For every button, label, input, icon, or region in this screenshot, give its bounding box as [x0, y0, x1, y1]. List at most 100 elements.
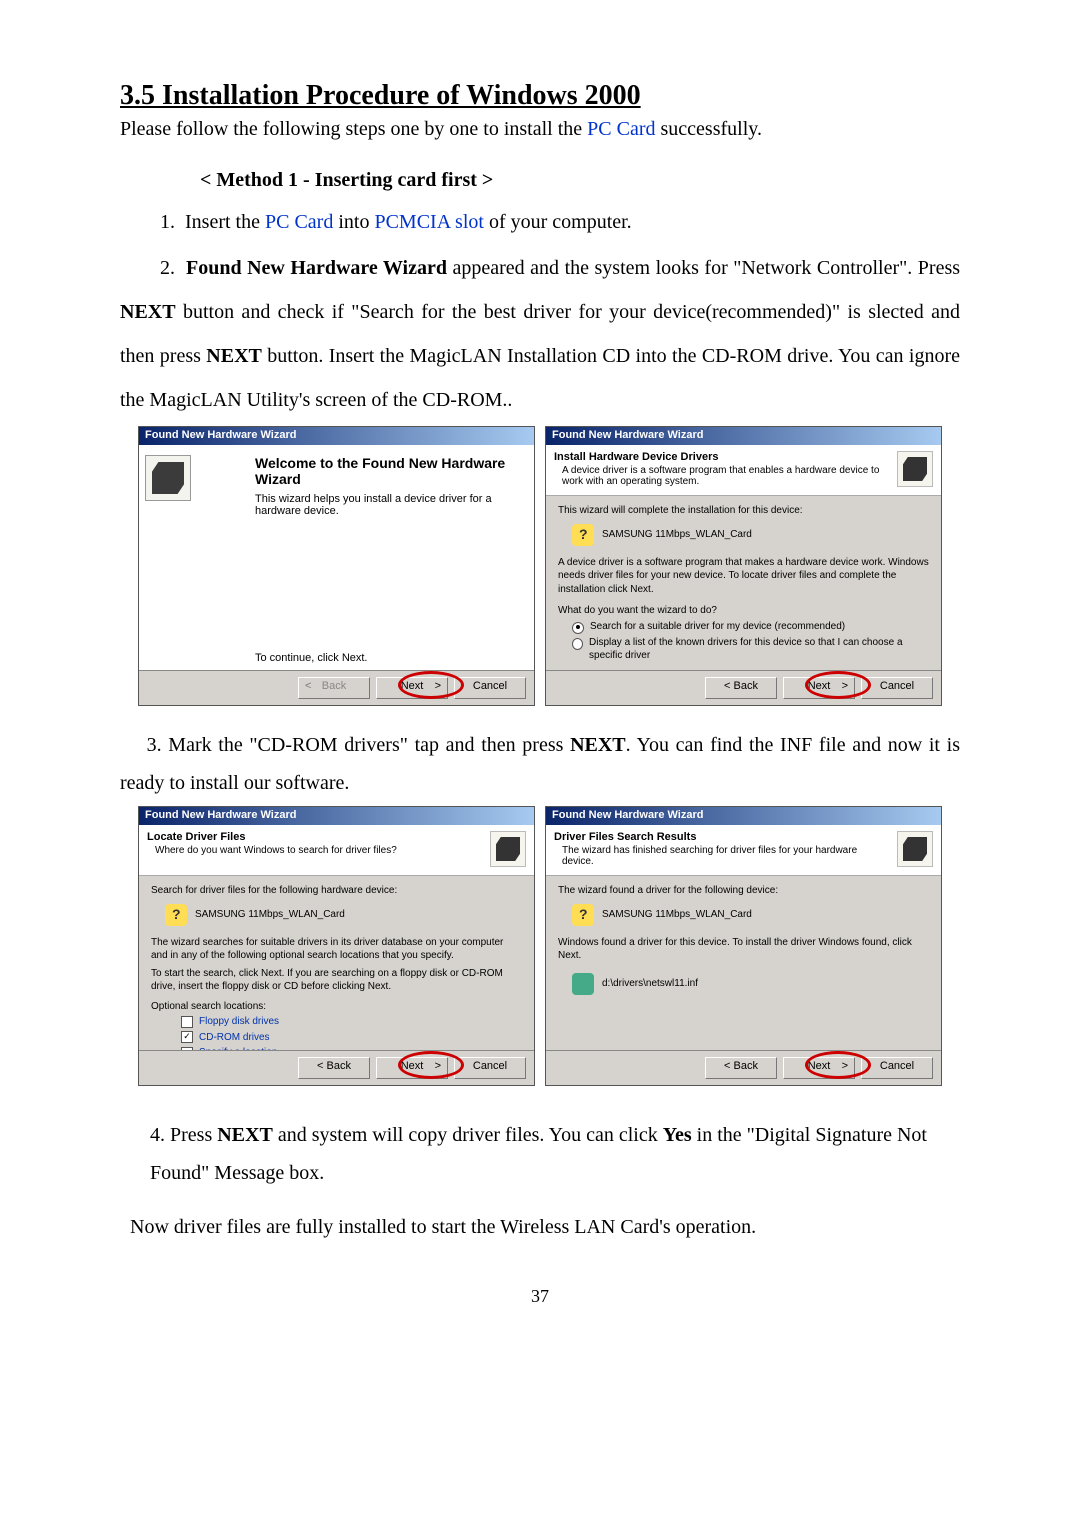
wizard-titlebar: Found New Hardware Wizard: [139, 427, 534, 445]
para-1: The wizard searches for suitable drivers…: [151, 936, 522, 963]
wizard-welcome: Found New Hardware Wizard Welcome to the…: [138, 426, 535, 706]
line-1: Search for driver files for the followin…: [151, 884, 522, 898]
chk-cdrom[interactable]: CD-ROM drives: [181, 1031, 522, 1045]
wizard-titlebar: Found New Hardware Wizard: [546, 427, 941, 445]
path-row: d:\drivers\netswl11.inf: [572, 973, 929, 995]
wizard-row-1: Found New Hardware Wizard Welcome to the…: [120, 426, 960, 706]
radio-search[interactable]: Search for a suitable driver for my devi…: [572, 620, 929, 634]
back-label: < Back: [724, 1060, 758, 1072]
wizard-install-drivers: Found New Hardware Wizard Install Hardwa…: [545, 426, 942, 706]
step-3: 3. Mark the "CD-ROM drivers" tap and the…: [120, 726, 960, 802]
now-line: Now driver files are fully installed to …: [130, 1208, 960, 1246]
device-name: SAMSUNG 11Mbps_WLAN_Card: [602, 908, 752, 922]
back-button[interactable]: Back: [298, 677, 370, 699]
line-2: Windows found a driver for this device. …: [558, 936, 929, 963]
device-row: SAMSUNG 11Mbps_WLAN_Card: [165, 904, 522, 926]
wizard-top-title: Driver Files Search Results: [554, 831, 891, 843]
pc-card-link: PC Card: [587, 118, 655, 140]
optloc: Optional search locations:: [151, 1000, 522, 1014]
cancel-button[interactable]: Cancel: [861, 1057, 933, 1079]
wizard-header-white: Driver Files Search Results The wizard h…: [546, 825, 941, 876]
device-row: SAMSUNG 11Mbps_WLAN_Card: [572, 904, 929, 926]
wizard-main-grey: The wizard found a driver for the follow…: [546, 876, 941, 1050]
radio-label: Search for a suitable driver for my devi…: [590, 620, 845, 634]
back-label: < Back: [317, 1060, 351, 1072]
cancel-button[interactable]: Cancel: [454, 677, 526, 699]
hardware-icon: [897, 451, 933, 487]
wizard-top-sub: The wizard has finished searching for dr…: [562, 845, 891, 867]
wizard-body: Locate Driver Files Where do you want Wi…: [139, 825, 534, 1050]
ordered-list: 1. Insert the PC Card into PCMCIA slot o…: [120, 200, 960, 422]
wizard-heading: Welcome to the Found New Hardware Wizard: [255, 455, 522, 487]
wizard-main-grey: This wizard will complete the installati…: [546, 496, 941, 671]
back-button[interactable]: < Back: [705, 677, 777, 699]
step-1: 1. Insert the PC Card into PCMCIA slot o…: [120, 200, 960, 244]
wizard-top-sub: Where do you want Windows to search for …: [155, 845, 484, 856]
back-label: < Back: [724, 680, 758, 692]
device-row: SAMSUNG 11Mbps_WLAN_Card: [572, 524, 929, 546]
wizard-continue: To continue, click Next.: [255, 652, 522, 664]
section-heading: 3.5 Installation Procedure of Windows 20…: [120, 80, 960, 112]
next-button[interactable]: Next >Next: [376, 677, 448, 699]
next-button[interactable]: Next: [783, 1057, 855, 1079]
radio-dot-icon: [572, 638, 583, 650]
hardware-icon: [490, 831, 526, 867]
wizard-content: Welcome to the Found New Hardware Wizard…: [251, 445, 534, 670]
wizard-titlebar: Found New Hardware Wizard: [546, 807, 941, 825]
step-2-number: 2.: [160, 257, 175, 279]
next-button[interactable]: Next: [376, 1057, 448, 1079]
inf-path: d:\drivers\netswl11.inf: [602, 977, 698, 991]
wizard-body: Driver Files Search Results The wizard h…: [546, 825, 941, 1050]
cancel-label: Cancel: [880, 680, 914, 692]
device-name: SAMSUNG 11Mbps_WLAN_Card: [195, 908, 345, 922]
step-1-a: Insert the: [185, 211, 265, 233]
wizard-footer: < Back Next Cancel: [546, 1050, 941, 1085]
wizard-footer: < Back Next Cancel: [546, 670, 941, 705]
device-name: SAMSUNG 11Mbps_WLAN_Card: [602, 528, 752, 542]
cancel-label: Cancel: [473, 1060, 507, 1072]
wizard-sidebar: [139, 445, 251, 670]
wizard-search-results: Found New Hardware Wizard Driver Files S…: [545, 806, 942, 1086]
step-1-c: of your computer.: [484, 211, 632, 233]
checkbox-icon: [181, 1016, 193, 1028]
back-button[interactable]: < Back: [298, 1057, 370, 1079]
step-2: 2. Found New Hardware Wizard appeared an…: [120, 246, 960, 422]
cancel-button[interactable]: Cancel: [861, 677, 933, 699]
back-button[interactable]: < Back: [705, 1057, 777, 1079]
intro-line: Please follow the following steps one by…: [120, 118, 960, 141]
wizard-header-white: Install Hardware Device Drivers A device…: [546, 445, 941, 496]
hardware-icon: [145, 455, 191, 501]
wizard-titlebar: Found New Hardware Wizard: [139, 807, 534, 825]
para: A device driver is a software program th…: [558, 556, 929, 597]
radio-dot-icon: [572, 622, 584, 634]
wizard-body: Install Hardware Device Drivers A device…: [546, 445, 941, 670]
chk-label: Floppy disk drives: [199, 1015, 279, 1029]
radio-display-list[interactable]: Display a list of the known drivers for …: [572, 636, 929, 663]
para-2: To start the search, click Next. If you …: [151, 967, 522, 994]
radio-label: Display a list of the known drivers for …: [589, 636, 929, 663]
wizard-subtext: This wizard helps you install a device d…: [255, 493, 522, 517]
next-button[interactable]: Next: [783, 677, 855, 699]
back-label: Back: [322, 680, 346, 692]
chk-floppy[interactable]: Floppy disk drives: [181, 1015, 522, 1029]
method-1-heading: < Method 1 - Inserting card first >: [200, 169, 960, 192]
page-number: 37: [120, 1286, 960, 1307]
step-4: 4. Press NEXT and system will copy drive…: [150, 1116, 930, 1192]
wizard-footer: < Back Next Cancel: [139, 1050, 534, 1085]
intro-suffix: successfully.: [656, 118, 762, 140]
step-1-number: 1.: [160, 211, 175, 233]
hardware-icon: [897, 831, 933, 867]
wizard-body: Welcome to the Found New Hardware Wizard…: [139, 445, 534, 670]
cancel-button[interactable]: Cancel: [454, 1057, 526, 1079]
wizard-footer: Back Next >Next Cancel: [139, 670, 534, 705]
wizard-top-title: Install Hardware Device Drivers: [554, 451, 891, 463]
checkbox-icon: [181, 1031, 193, 1043]
question-device-icon: [572, 524, 594, 546]
wizard-top-sub: A device driver is a software program th…: [562, 465, 891, 487]
question: What do you want the wizard to do?: [558, 604, 929, 618]
document-page: 3.5 Installation Procedure of Windows 20…: [0, 0, 1080, 1367]
wizard-row-2: Found New Hardware Wizard Locate Driver …: [120, 806, 960, 1086]
cancel-label: Cancel: [473, 680, 507, 692]
line-1: This wizard will complete the installati…: [558, 504, 929, 518]
intro-prefix: Please follow the following steps one by…: [120, 118, 587, 140]
